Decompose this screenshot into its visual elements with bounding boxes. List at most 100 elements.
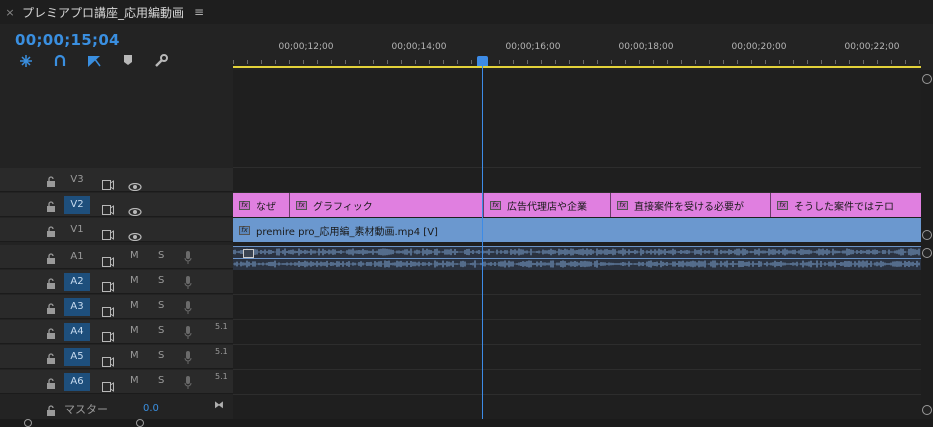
timeline-row-a6[interactable] [233,370,921,395]
timeline-row-a4[interactable] [233,320,921,345]
master-volume-value[interactable]: 0.0 [143,403,159,414]
ruler-tick [877,60,878,64]
vertical-scrollbar[interactable] [921,70,933,425]
lock-icon[interactable] [46,173,56,187]
track-header-v1[interactable]: V1 [0,218,233,242]
mute-button[interactable]: M [130,325,139,336]
lock-icon[interactable] [46,325,56,339]
timeline-row-a2[interactable] [233,270,921,295]
track-target-a6[interactable]: A6 [64,373,90,391]
work-area-bar[interactable] [233,66,921,68]
marker-icon[interactable] [120,54,136,68]
mute-button[interactable]: M [130,350,139,361]
ruler-tick [233,60,234,64]
track-target-a2[interactable]: A2 [64,273,90,291]
solo-button[interactable]: S [158,325,164,336]
solo-button[interactable]: S [158,250,164,261]
video-clip[interactable]: fx premire pro_応用編_素材動画.mp4 [V] [233,218,921,242]
playhead-line[interactable] [482,64,483,420]
ruler-tick [373,60,374,64]
title-clip[interactable]: fx グラフィック [290,193,484,217]
title-clip[interactable]: fx そうした案件ではテロ [771,193,921,217]
ruler-label: 00;00;14;00 [391,42,447,52]
sync-lock-icon[interactable] [102,175,114,190]
track-target-v1[interactable]: V1 [64,221,90,239]
track-header-a4[interactable]: A4 M S 5.1 [0,320,233,344]
playhead-timecode[interactable]: 00;00;15;04 [15,31,120,49]
microphone-icon[interactable] [184,275,192,289]
wrench-icon[interactable] [153,54,169,68]
solo-button[interactable]: S [158,275,164,286]
sync-lock-icon[interactable] [102,377,114,392]
panel-menu-icon[interactable]: ≡ [194,5,204,19]
scroll-handle-audio[interactable] [922,248,932,258]
close-icon[interactable]: × [0,6,20,19]
eye-icon[interactable] [128,226,142,242]
mute-button[interactable]: M [130,275,139,286]
track-header-v3[interactable]: V3 [0,168,233,192]
sync-lock-icon[interactable] [102,327,114,342]
title-clip[interactable]: fx 広告代理店や企業 [484,193,611,217]
mute-button[interactable]: M [130,375,139,386]
audio-clip[interactable] [233,246,921,270]
timeline-tracks-area[interactable]: fx なぜ fx グラフィック fx 広告代理店や企業 fx 直接案件を受ける必要が f… [233,70,921,419]
eye-icon[interactable] [128,201,142,217]
track-header-a5[interactable]: A5 M S 5.1 [0,345,233,369]
scroll-handle-top[interactable] [922,74,932,84]
mute-button[interactable]: M [130,250,139,261]
solo-button[interactable]: S [158,375,164,386]
sync-lock-icon[interactable] [102,252,114,267]
panel-title[interactable]: プレミアプロ講座_応用編動画 [22,4,184,21]
lock-icon[interactable] [46,223,56,237]
hscroll-handle-left[interactable] [24,419,32,427]
add-marker-icon[interactable] [86,54,102,68]
track-target-v3[interactable]: V3 [64,171,90,189]
lock-icon[interactable] [46,275,56,289]
timeline-row-a5[interactable] [233,345,921,370]
track-target-v2[interactable]: V2 [64,196,90,214]
snap-icon[interactable] [18,54,34,68]
track-target-a1[interactable]: A1 [64,248,90,266]
track-target-a5[interactable]: A5 [64,348,90,366]
hscroll-handle-right[interactable] [136,419,144,427]
sync-lock-icon[interactable] [102,352,114,367]
solo-button[interactable]: S [158,350,164,361]
timeline-controls: 00;00;15;04 [0,24,233,70]
lock-icon[interactable] [46,198,56,212]
timeline-row-v3[interactable] [233,168,921,193]
title-clip[interactable]: fx 直接案件を受ける必要が [611,193,771,217]
scroll-handle-bottom[interactable] [922,405,932,415]
track-target-a3[interactable]: A3 [64,298,90,316]
lock-icon[interactable] [46,250,56,264]
track-header-a6[interactable]: A6 M S 5.1 [0,370,233,394]
sync-lock-icon[interactable] [102,302,114,317]
solo-button[interactable]: S [158,300,164,311]
microphone-icon[interactable] [184,325,192,339]
microphone-icon[interactable] [184,350,192,364]
sync-lock-icon[interactable] [102,225,114,240]
track-header-a3[interactable]: A3 M S [0,295,233,319]
title-clip[interactable]: fx なぜ [233,193,290,217]
lock-icon[interactable] [46,300,56,314]
time-ruler[interactable]: 00;00;12;00 00;00;14;00 00;00;16;00 00;0… [233,24,921,70]
linked-selection-icon[interactable] [52,54,68,68]
ruler-tick [611,60,612,64]
eye-icon[interactable] [128,176,142,192]
track-header-a2[interactable]: A2 M S [0,270,233,294]
track-header-a1[interactable]: A1 M S [0,245,233,269]
sync-lock-icon[interactable] [102,277,114,292]
track-target-a4[interactable]: A4 [64,323,90,341]
scroll-handle-mid[interactable] [922,230,932,240]
track-header-v2[interactable]: V2 [0,193,233,217]
horizontal-scrollbar[interactable] [0,419,933,427]
go-to-end-icon[interactable]: ⧓ [214,400,224,411]
microphone-icon[interactable] [184,250,192,264]
timeline-row-a3[interactable] [233,295,921,320]
sync-lock-icon[interactable] [102,200,114,215]
microphone-icon[interactable] [184,300,192,314]
lock-icon[interactable] [46,402,56,416]
lock-icon[interactable] [46,350,56,364]
microphone-icon[interactable] [184,375,192,389]
mute-button[interactable]: M [130,300,139,311]
lock-icon[interactable] [46,375,56,389]
